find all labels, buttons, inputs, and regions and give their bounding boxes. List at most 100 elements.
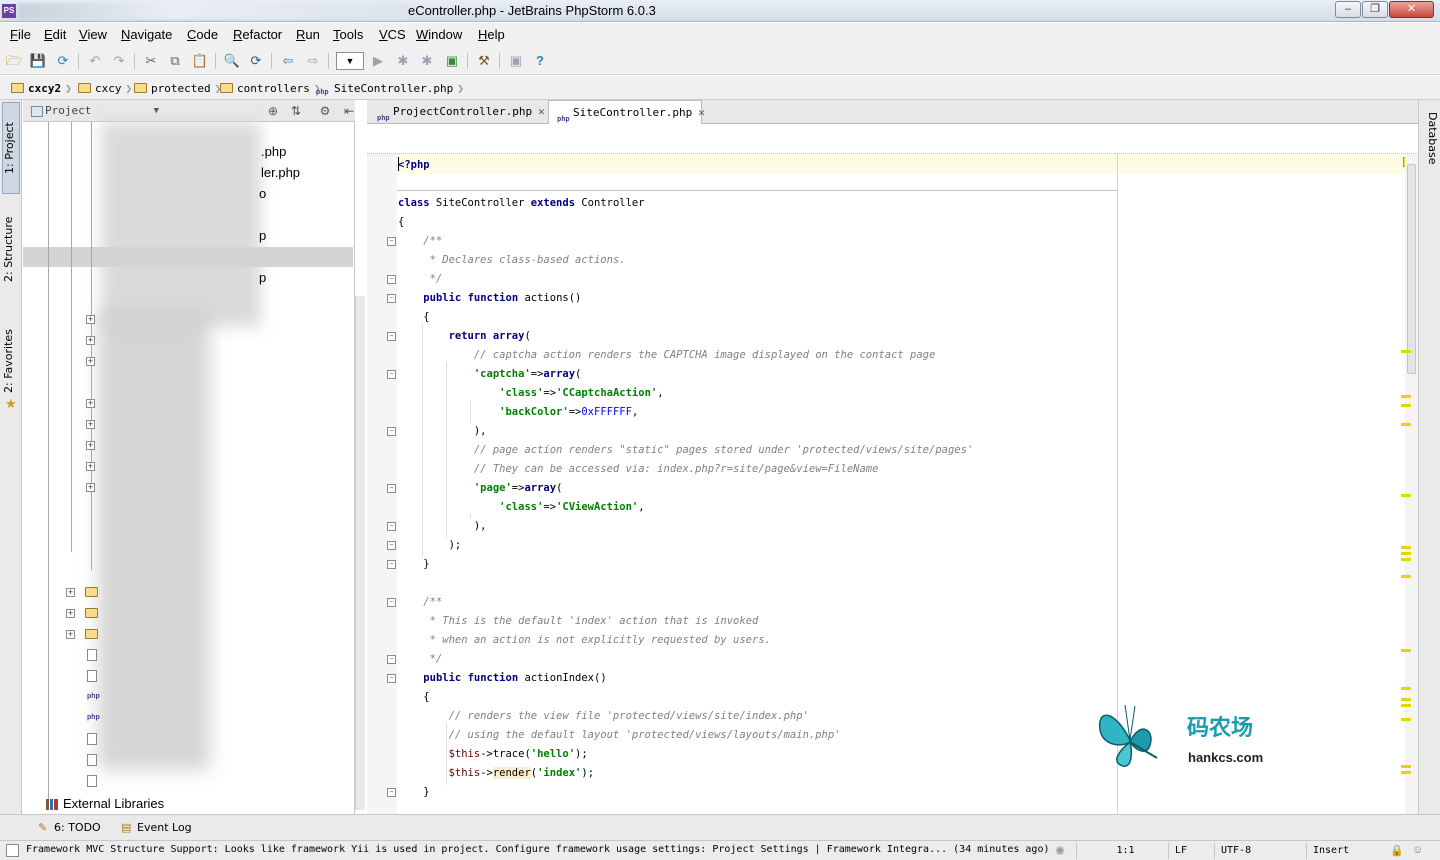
minimize-button[interactable]: – [1335,1,1361,18]
toggle-tool-windows-icon[interactable] [6,844,19,857]
expand-toggle[interactable]: + [86,441,95,450]
coverage-icon[interactable]: ✱ [418,52,436,70]
stop-icon[interactable]: ▣ [443,52,461,70]
expand-toggle[interactable]: + [86,399,95,408]
expand-toggle[interactable]: + [66,630,75,639]
breadcrumb-item[interactable]: php SiteController.php ❯ [316,80,464,97]
collapse-all-icon[interactable]: ⇅ [288,103,304,119]
help-icon[interactable]: ? [531,52,549,70]
tab-project[interactable]: 1: Project [2,102,20,194]
menu-run[interactable]: Run [296,27,320,42]
warning-stripe-mark[interactable] [1401,350,1411,353]
warning-stripe-mark[interactable] [1401,575,1411,578]
fold-toggle-icon[interactable]: − [387,427,396,436]
file-encoding[interactable]: UTF-8 [1214,843,1306,859]
fold-toggle-icon[interactable]: − [387,674,396,683]
tab-database[interactable]: Database [1421,112,1439,165]
menu-window[interactable]: Window [416,27,462,42]
project-scrollbar[interactable] [355,296,365,810]
tree-item-label[interactable]: p [259,270,266,285]
menu-help[interactable]: Help [478,27,505,42]
tab-sitecontroller[interactable]: php SiteController.php ✕ [548,100,705,124]
warning-stripe-mark[interactable] [1401,404,1411,407]
menu-vcs[interactable]: VCS [379,27,406,42]
expand-toggle[interactable]: + [86,483,95,492]
external-libraries-node[interactable]: External Libraries [45,796,164,811]
fold-toggle-icon[interactable]: − [387,237,396,246]
open-icon[interactable]: 🗁 [5,52,23,70]
breadcrumb-item[interactable]: protected ❯ [133,80,221,97]
fold-toggle-icon[interactable]: − [387,788,396,797]
menu-refactor[interactable]: Refactor [233,27,282,42]
warning-stripe-mark[interactable] [1401,423,1411,426]
save-icon[interactable]: 💾 [29,52,47,70]
fold-toggle-icon[interactable]: − [387,332,396,341]
fold-toggle-icon[interactable]: − [387,560,396,569]
tool-event-log[interactable]: ▤ Event Log [121,821,192,834]
copy-icon[interactable]: ⧉ [166,52,184,70]
fold-toggle-icon[interactable]: − [387,541,396,550]
warning-stripe-mark[interactable] [1401,698,1411,701]
tree-item-label[interactable]: .php [261,144,286,159]
close-icon[interactable]: ✕ [538,105,545,118]
locate-icon[interactable]: ⊕ [265,103,281,119]
settings-icon[interactable]: ⚒ [475,52,493,70]
scrollbar-thumb[interactable] [1407,164,1416,374]
tab-structure[interactable]: 2: Structure [2,200,20,298]
replace-icon[interactable]: ⟳ [247,52,265,70]
debug-icon[interactable]: ✱ [394,52,412,70]
maximize-button[interactable]: ❐ [1362,1,1388,18]
tool-todo[interactable]: ✎ 6: TODO [38,821,101,834]
menu-view[interactable]: View [79,27,107,42]
warning-stripe-mark[interactable] [1401,704,1411,707]
warning-stripe-mark[interactable] [1401,718,1411,721]
expand-toggle[interactable]: + [86,462,95,471]
expand-toggle[interactable]: + [86,420,95,429]
forward-icon[interactable]: ⇨ [304,52,322,70]
expand-toggle[interactable]: + [66,609,75,618]
status-message[interactable]: Framework MVC Structure Support: Looks l… [26,844,1050,855]
expand-toggle[interactable]: + [86,336,95,345]
fold-toggle-icon[interactable]: − [387,655,396,664]
warning-stripe-mark[interactable] [1401,494,1411,497]
expand-toggle[interactable]: + [86,357,95,366]
warning-stripe-mark[interactable] [1401,765,1411,768]
hide-panel-icon[interactable]: ⇤ [341,103,357,119]
fold-toggle-icon[interactable]: − [387,275,396,284]
editor-scrollbar[interactable] [1405,154,1418,814]
expand-toggle[interactable]: + [66,588,75,597]
run-icon[interactable]: ▶ [369,52,387,70]
breadcrumb-item[interactable]: cxcy2 ❯ [10,80,72,97]
find-icon[interactable]: 🔍 [223,52,241,70]
menu-navigate[interactable]: Navigate [121,27,172,42]
close-icon[interactable]: ✕ [698,106,705,119]
fold-toggle-icon[interactable]: − [387,598,396,607]
warning-stripe-mark[interactable] [1401,649,1411,652]
paste-icon[interactable]: 📋 [191,52,209,70]
undo-icon[interactable]: ↶ [86,52,104,70]
warning-stripe-mark[interactable] [1401,558,1411,561]
menu-edit[interactable]: Edit [44,27,66,42]
menu-file[interactable]: File [10,27,31,42]
fold-toggle-icon[interactable]: − [387,522,396,531]
breadcrumb-item[interactable]: controllers ❯ [219,80,320,97]
fold-toggle-icon[interactable]: − [387,294,396,303]
insert-mode[interactable]: Insert [1306,843,1386,859]
line-separator[interactable]: LF [1168,843,1214,859]
tab-projectcontroller[interactable]: php ProjectController.php ✕ [369,100,545,124]
tab-favorites[interactable]: 2: Favorites [2,316,20,406]
lock-icon[interactable]: 🔒 [1390,844,1404,857]
close-window-button[interactable]: ✕ [1389,1,1434,18]
warning-stripe-mark[interactable] [1401,771,1411,774]
warning-stripe-mark[interactable] [1401,552,1411,555]
inspector-icon[interactable]: ☺ [1412,844,1423,856]
redo-icon[interactable]: ↷ [110,52,128,70]
tree-item-label[interactable]: ler.php [261,165,300,180]
project-view-selector[interactable]: Project ▼ [29,103,159,119]
structure-icon[interactable]: ▣ [507,52,525,70]
expand-toggle[interactable]: + [86,315,95,324]
warning-stripe-mark[interactable] [1401,395,1411,398]
caret-position[interactable]: 1:1 [1076,843,1168,859]
sync-icon[interactable]: ⟳ [54,52,72,70]
tree-item-label[interactable]: o [259,186,266,201]
